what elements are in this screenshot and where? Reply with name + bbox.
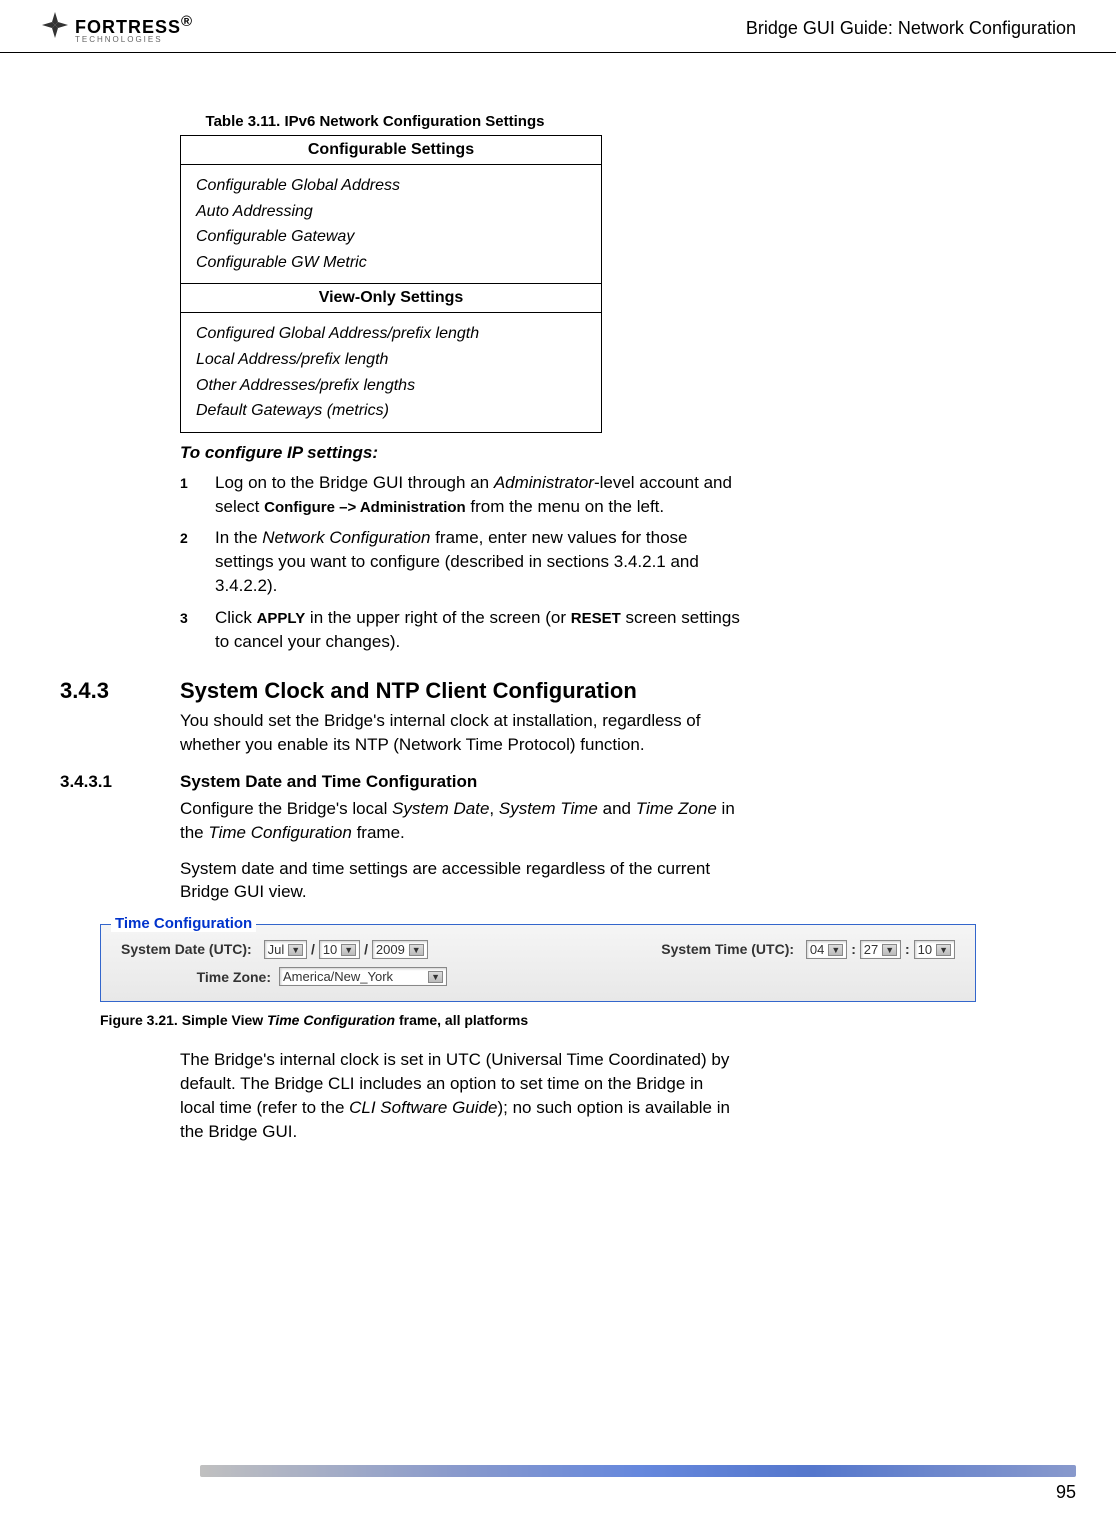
- page-footer: 95: [200, 1465, 1076, 1503]
- step-number: 2: [180, 526, 195, 597]
- chevron-down-icon: ▼: [341, 944, 356, 956]
- system-date-label: System Date (UTC):: [121, 941, 252, 957]
- footer-decoration: [200, 1465, 1076, 1477]
- step-2: 2 In the Network Configuration frame, en…: [180, 526, 740, 597]
- settings-table: Configurable Settings Configurable Globa…: [180, 135, 602, 433]
- month-select[interactable]: Jul▼: [264, 940, 308, 959]
- page-number: 95: [200, 1482, 1076, 1503]
- chevron-down-icon: ▼: [828, 944, 843, 956]
- viewonly-settings-header: View-Only Settings: [181, 283, 601, 313]
- section-number: 3.4.3: [60, 678, 180, 704]
- subsection-number: 3.4.3.1: [60, 772, 180, 792]
- chevron-down-icon: ▼: [882, 944, 897, 956]
- step-3: 3 Click APPLY in the upper right of the …: [180, 606, 740, 654]
- time-configuration-frame: Time Configuration System Date (UTC): Ju…: [100, 924, 976, 1002]
- table-caption: Table 3.11. IPv6 Network Configuration S…: [160, 113, 590, 130]
- day-select[interactable]: 10▼: [319, 940, 360, 959]
- timezone-label: Time Zone:: [121, 969, 271, 985]
- system-time-label: System Time (UTC):: [661, 941, 794, 957]
- subsection-body-2: System date and time settings are access…: [180, 857, 740, 905]
- configurable-settings-header: Configurable Settings: [181, 136, 601, 165]
- logo-sub-text: TECHNOLOGIES: [75, 36, 193, 44]
- subsection-body-1: Configure the Bridge's local System Date…: [180, 797, 740, 845]
- table-row: Other Addresses/prefix lengths: [196, 373, 586, 399]
- fieldset-legend: Time Configuration: [111, 915, 256, 932]
- minute-select[interactable]: 27▼: [860, 940, 901, 959]
- chevron-down-icon: ▼: [288, 944, 303, 956]
- step-number: 3: [180, 606, 195, 654]
- subsection-title: System Date and Time Configuration: [180, 772, 477, 792]
- table-row: Auto Addressing: [196, 199, 586, 225]
- step-1: 1 Log on to the Bridge GUI through an Ad…: [180, 471, 740, 519]
- page-header: FORTRESS® TECHNOLOGIES Bridge GUI Guide:…: [0, 0, 1116, 53]
- final-paragraph: The Bridge's internal clock is set in UT…: [180, 1048, 740, 1143]
- procedure-title: To configure IP settings:: [180, 443, 1016, 463]
- logo: FORTRESS® TECHNOLOGIES: [40, 10, 193, 47]
- section-title: System Clock and NTP Client Configuratio…: [180, 678, 637, 704]
- fortress-logo-icon: [40, 10, 70, 47]
- header-title: Bridge GUI Guide: Network Configuration: [746, 18, 1076, 39]
- figure-caption: Figure 3.21. Simple View Time Configurat…: [100, 1012, 1016, 1028]
- table-row: Configurable Global Address: [196, 173, 586, 199]
- logo-registered: ®: [181, 13, 193, 30]
- year-select[interactable]: 2009▼: [372, 940, 428, 959]
- logo-main-text: FORTRESS: [75, 17, 181, 37]
- section-343: 3.4.3 System Clock and NTP Client Config…: [60, 678, 1016, 704]
- table-row: Configurable GW Metric: [196, 250, 586, 276]
- step-number: 1: [180, 471, 195, 519]
- chevron-down-icon: ▼: [936, 944, 951, 956]
- chevron-down-icon: ▼: [409, 944, 424, 956]
- table-row: Default Gateways (metrics): [196, 398, 586, 424]
- chevron-down-icon: ▼: [428, 971, 443, 983]
- table-row: Configured Global Address/prefix length: [196, 321, 586, 347]
- hour-select[interactable]: 04▼: [806, 940, 847, 959]
- section-3431: 3.4.3.1 System Date and Time Configurati…: [60, 772, 1016, 792]
- timezone-select[interactable]: America/New_York▼: [279, 967, 447, 986]
- second-select[interactable]: 10▼: [914, 940, 955, 959]
- table-row: Local Address/prefix length: [196, 347, 586, 373]
- section-body: You should set the Bridge's internal clo…: [180, 709, 740, 757]
- table-row: Configurable Gateway: [196, 224, 586, 250]
